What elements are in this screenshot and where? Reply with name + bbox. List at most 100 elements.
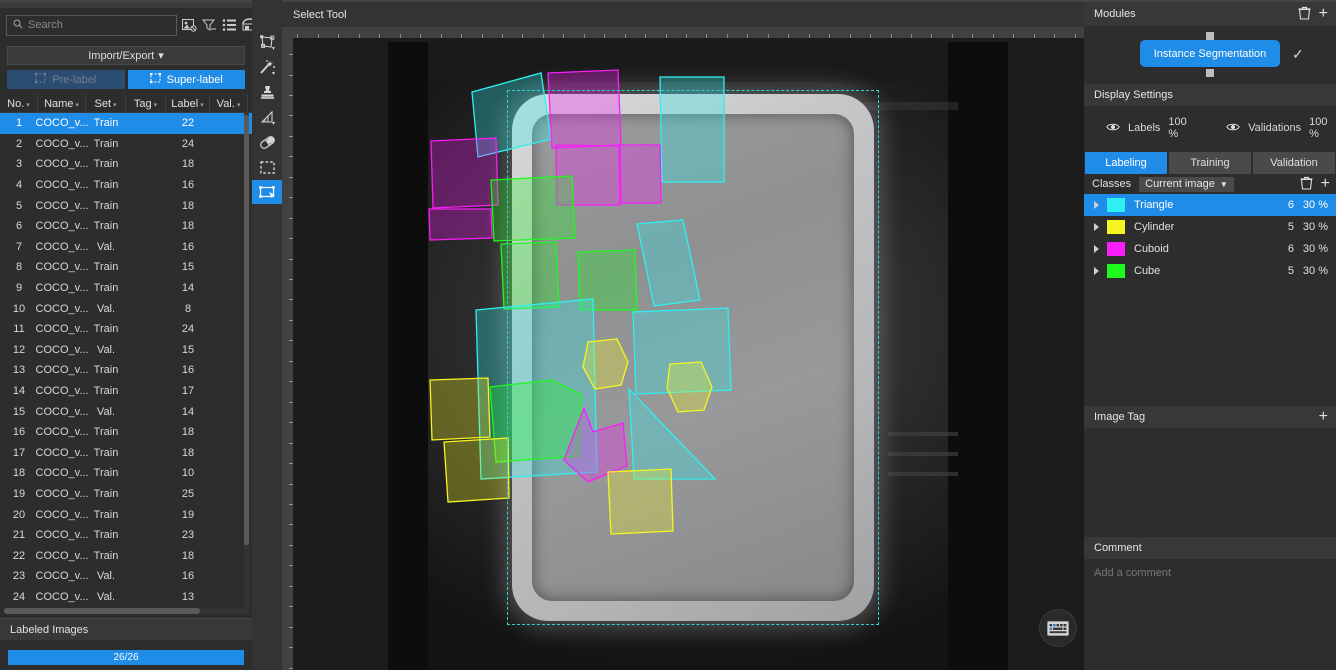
table-row[interactable]: 9 COCO_v... Train 14 [0,278,252,299]
table-row[interactable]: 3 COCO_v... Train 18 [0,154,252,175]
class-row-cylinder[interactable]: Cylinder 5 30 % [1084,216,1336,238]
column-header-label[interactable]: Label ▾ [166,94,210,113]
ramp-tool[interactable] [252,105,282,129]
image-viewport[interactable] [293,38,1084,670]
trash-icon[interactable] [1298,6,1311,23]
class-color-swatch[interactable] [1107,242,1125,256]
table-row[interactable]: 11 COCO_v... Train 24 [0,319,252,340]
module-node-handle-bottom[interactable] [1206,69,1214,77]
segmentation-polygon-cube[interactable] [500,241,560,310]
segmentation-polygon-cuboid[interactable] [619,144,662,204]
chevron-down-icon[interactable]: ▾ [26,101,30,109]
chevron-down-icon[interactable]: ▾ [75,101,79,109]
class-color-swatch[interactable] [1107,264,1125,278]
stamp-tool[interactable] [252,80,282,104]
plus-icon[interactable]: + [1319,6,1328,22]
class-row-cuboid[interactable]: Cuboid 6 30 % [1084,238,1336,260]
magic-wand-tool[interactable] [252,55,282,79]
table-row[interactable]: 10 COCO_v... Val. 8 [0,298,252,319]
column-header-val[interactable]: Val. ▾ [210,94,248,113]
labels-visibility-group[interactable]: Labels 100 % [1106,116,1196,140]
search-box[interactable] [6,14,177,36]
image-tag-body[interactable] [1084,428,1336,537]
polygon-tool[interactable] [252,30,282,54]
validations-visibility-group[interactable]: Validations 100 % [1226,116,1336,140]
chevron-right-icon[interactable] [1094,223,1099,231]
table-row[interactable]: 8 COCO_v... Train 15 [0,257,252,278]
check-icon[interactable]: ✓ [1292,46,1304,63]
table-row[interactable]: 4 COCO_v... Train 16 [0,175,252,196]
eye-icon[interactable] [1226,122,1240,135]
segmentation-masks-layer[interactable] [388,42,1008,670]
table-row[interactable]: 15 COCO_v... Val. 14 [0,401,252,422]
funnel-filter-icon[interactable] [202,17,217,34]
comment-input[interactable]: Add a comment [1084,559,1336,670]
class-row-cube[interactable]: Cube 5 30 % [1084,260,1336,282]
table-row[interactable]: 2 COCO_v... Train 24 [0,134,252,155]
segmentation-polygon-cylinder[interactable] [443,437,510,503]
table-row[interactable]: 14 COCO_v... Train 17 [0,381,252,402]
image-table-hscrollbar-thumb[interactable] [4,608,200,614]
table-row[interactable]: 1 COCO_v... Train 22 [0,113,252,134]
import-export-dropdown[interactable]: Import/Export ▾ [7,46,245,65]
column-header-tag[interactable]: Tag ▾ [126,94,166,113]
chevron-down-icon[interactable]: ▾ [154,101,158,109]
super-label-button[interactable]: Super-label [127,70,245,89]
table-row[interactable]: 23 COCO_v... Val. 16 [0,566,252,587]
class-list[interactable]: Triangle 6 30 % Cylinder 5 30 % Cuboid 6 30 % Cub… [1084,194,1336,282]
select-tool[interactable] [252,180,282,204]
class-color-swatch[interactable] [1107,220,1125,234]
module-node-instance-segmentation[interactable]: Instance Segmentation [1140,40,1280,67]
chevron-down-icon[interactable]: ▾ [200,101,204,109]
table-row[interactable]: 21 COCO_v... Train 23 [0,525,252,546]
segmentation-polygon-cuboid[interactable] [428,208,493,241]
segmentation-polygon-cylinder[interactable] [607,468,674,535]
image-filter-icon[interactable] [182,17,197,34]
table-row[interactable]: 5 COCO_v... Train 18 [0,195,252,216]
table-row[interactable]: 12 COCO_v... Val. 15 [0,340,252,361]
keyboard-shortcuts-icon[interactable] [1040,610,1076,646]
list-view-icon[interactable] [222,17,237,34]
table-row[interactable]: 16 COCO_v... Train 18 [0,422,252,443]
chevron-down-icon[interactable]: ▾ [237,101,241,109]
eraser-tool[interactable] [252,130,282,154]
segmentation-polygon-cube[interactable] [490,175,576,242]
table-row[interactable]: 20 COCO_v... Train 19 [0,504,252,525]
column-header-set[interactable]: Set ▾ [86,94,126,113]
class-color-swatch[interactable] [1107,198,1125,212]
tab-training[interactable]: Training [1169,152,1251,174]
table-row[interactable]: 24 COCO_v... Val. 13 [0,587,252,608]
table-row[interactable]: 22 COCO_v... Train 18 [0,545,252,566]
eye-icon[interactable] [1106,122,1120,135]
segmentation-polygon-cuboid[interactable] [430,137,499,209]
plus-icon[interactable]: + [1319,409,1328,425]
trash-icon[interactable] [1300,176,1313,193]
tab-labeling[interactable]: Labeling [1085,152,1167,174]
segmentation-polygon-cylinder[interactable] [429,377,491,441]
pre-label-button[interactable]: Pre-label [7,70,125,89]
class-row-triangle[interactable]: Triangle 6 30 % [1084,194,1336,216]
modules-canvas[interactable]: Instance Segmentation ✓ [1084,26,1336,84]
segmentation-polygon-cuboid[interactable] [547,69,622,149]
image-table-vscrollbar-thumb[interactable] [244,115,249,545]
segmentation-polygon-triangle[interactable] [636,219,701,307]
chevron-right-icon[interactable] [1094,267,1099,275]
table-row[interactable]: 18 COCO_v... Train 10 [0,463,252,484]
table-row[interactable]: 6 COCO_v... Train 18 [0,216,252,237]
table-row[interactable]: 13 COCO_v... Train 16 [0,360,252,381]
module-node-handle-top[interactable] [1206,32,1214,40]
annotated-image[interactable] [388,42,1008,670]
class-scope-dropdown[interactable]: Current image ▼ [1139,176,1234,192]
table-row[interactable]: 7 COCO_v... Val. 16 [0,237,252,258]
chevron-right-icon[interactable] [1094,245,1099,253]
chevron-right-icon[interactable] [1094,201,1099,209]
marquee-tool[interactable] [252,155,282,179]
column-header-name[interactable]: Name ▾ [38,94,86,113]
table-row[interactable]: 19 COCO_v... Train 25 [0,484,252,505]
segmentation-polygon-triangle[interactable] [659,76,725,183]
plus-icon[interactable]: + [1321,176,1330,192]
image-table-body[interactable]: 1 COCO_v... Train 22 2 COCO_v... Train 24 3 COCO_… [0,113,252,613]
tab-validation[interactable]: Validation [1253,152,1335,174]
chevron-down-icon[interactable]: ▾ [113,101,117,109]
column-header-no[interactable]: No. ▾ [0,94,38,113]
